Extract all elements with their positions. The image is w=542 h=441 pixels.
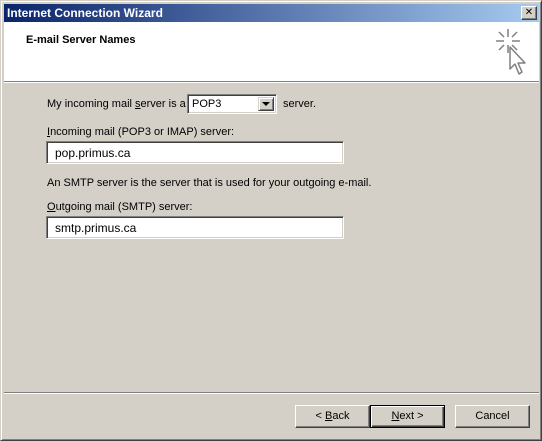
cancel-button[interactable]: Cancel: [455, 405, 530, 428]
outgoing-server-label: Outgoing mail (SMTP) server:: [47, 201, 193, 213]
wizard-header: E-mail Server Names: [4, 22, 539, 81]
incoming-server-type-select[interactable]: POP3: [187, 94, 277, 114]
footer-separator: [4, 392, 539, 394]
server-suffix-label: server.: [283, 98, 317, 110]
close-icon: ✕: [524, 7, 534, 18]
back-button[interactable]: < Back: [295, 405, 370, 428]
page-title: E-mail Server Names: [26, 34, 136, 46]
dropdown-button[interactable]: [258, 97, 274, 111]
incoming-server-type-value: POP3: [192, 98, 222, 110]
header-separator: [4, 81, 539, 83]
chevron-down-icon: [262, 102, 270, 106]
incoming-type-label: My incoming mail server is a: [47, 98, 186, 110]
close-button[interactable]: ✕: [521, 6, 537, 20]
outgoing-server-field[interactable]: [46, 216, 344, 239]
incoming-server-field[interactable]: [46, 141, 344, 164]
wizard-window: Internet Connection Wizard ✕ E-mail Serv…: [0, 0, 542, 441]
window-title: Internet Connection Wizard: [7, 6, 163, 20]
smtp-info-text: An SMTP server is the server that is use…: [47, 177, 372, 189]
wizard-cursor-sparkle-icon: [496, 29, 526, 75]
next-button[interactable]: Next >: [370, 405, 445, 428]
title-bar[interactable]: Internet Connection Wizard ✕: [4, 4, 539, 22]
incoming-server-label: Incoming mail (POP3 or IMAP) server:: [47, 126, 235, 138]
